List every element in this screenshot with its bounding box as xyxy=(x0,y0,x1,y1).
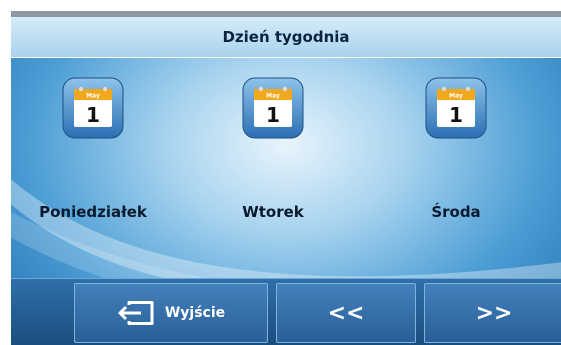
previous-button[interactable]: << xyxy=(276,283,416,343)
day-label: Poniedziałek xyxy=(39,203,147,221)
exit-button[interactable]: Wyjście xyxy=(74,283,268,343)
bottom-nav-bar: Wyjście << >> xyxy=(11,278,561,345)
calendar-month: May xyxy=(86,93,100,100)
day-label: Środa xyxy=(431,203,481,221)
next-button-label: >> xyxy=(475,300,513,326)
next-button[interactable]: >> xyxy=(424,283,561,343)
calendar-day: 1 xyxy=(266,103,280,127)
page-title: Dzień tygodnia xyxy=(11,17,561,58)
previous-button-label: << xyxy=(327,300,365,326)
calendar-icon: May 1 xyxy=(242,77,304,139)
calendar-day: 1 xyxy=(86,103,100,127)
day-item-tuesday[interactable]: May 1 Wtorek xyxy=(193,77,353,247)
screen: Dzień tygodnia May 1 Poniedziałek May 1 … xyxy=(11,11,561,345)
day-label: Wtorek xyxy=(242,203,304,221)
calendar-icon: May 1 xyxy=(62,77,124,139)
calendar-month: May xyxy=(449,93,463,100)
calendar-day: 1 xyxy=(449,103,463,127)
exit-icon xyxy=(118,301,154,325)
day-item-monday[interactable]: May 1 Poniedziałek xyxy=(13,77,173,247)
exit-button-label: Wyjście xyxy=(164,305,226,321)
calendar-icon: May 1 xyxy=(425,77,487,139)
day-item-wednesday[interactable]: May 1 Środa xyxy=(376,77,536,247)
calendar-month: May xyxy=(266,93,280,100)
